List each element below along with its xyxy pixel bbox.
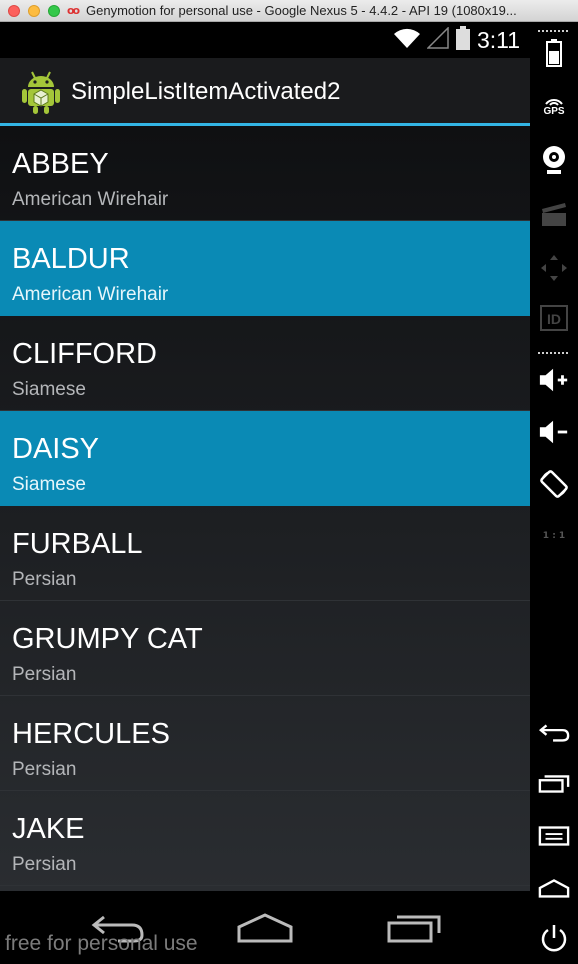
battery-widget-icon[interactable] bbox=[538, 37, 570, 69]
dpad-icon[interactable] bbox=[538, 252, 570, 284]
webcam-icon[interactable] bbox=[538, 144, 570, 176]
list-item-subtitle: Persian bbox=[12, 759, 77, 780]
list-item-title: JAKE bbox=[12, 813, 85, 845]
genymotion-logo-icon: oo bbox=[67, 4, 80, 17]
list-item-title: ABBEY bbox=[12, 148, 109, 180]
gps-signal-icon bbox=[545, 98, 563, 106]
window-minimize-button[interactable] bbox=[28, 5, 40, 17]
list-item[interactable]: JAKE Persian bbox=[0, 791, 530, 886]
cat-list[interactable]: ABBEY American Wirehair BALDUR American … bbox=[0, 126, 530, 891]
rotate-screen-icon[interactable] bbox=[538, 468, 570, 500]
volume-down-icon[interactable] bbox=[538, 416, 570, 448]
panel-divider bbox=[538, 352, 570, 354]
app-title: SimpleListItemActivated2 bbox=[71, 78, 341, 105]
list-item[interactable]: GRUMPY CAT Persian bbox=[0, 601, 530, 696]
list-item-subtitle: Persian bbox=[12, 569, 77, 590]
list-item-title: CLIFFORD bbox=[12, 338, 157, 370]
device-screen: 3:11 SimpleListItemActivated2 ABBEY Amer… bbox=[0, 22, 530, 964]
pixel-perfect-label: 1 : 1 bbox=[542, 531, 566, 541]
list-item-title: FURBALL bbox=[12, 528, 143, 560]
list-item-title: HERCULES bbox=[12, 718, 170, 750]
volume-up-icon[interactable] bbox=[538, 364, 570, 396]
list-item-title: BALDUR bbox=[12, 243, 130, 275]
device-id-icon[interactable]: ID bbox=[538, 302, 570, 334]
list-item-activated[interactable]: BALDUR American Wirehair bbox=[0, 221, 530, 316]
nav-home-icon[interactable] bbox=[235, 909, 295, 949]
list-item-subtitle: Persian bbox=[12, 854, 77, 875]
wifi-icon bbox=[393, 27, 421, 53]
list-item-subtitle: Persian bbox=[12, 664, 77, 685]
list-item[interactable]: HERCULES Persian bbox=[0, 696, 530, 791]
android-app-icon[interactable] bbox=[20, 70, 62, 118]
list-item-subtitle: American Wirehair bbox=[12, 284, 169, 305]
window-close-button[interactable] bbox=[8, 5, 20, 17]
battery-icon bbox=[455, 26, 471, 54]
window-zoom-button[interactable] bbox=[48, 5, 60, 17]
list-item-subtitle: Siamese bbox=[12, 474, 86, 495]
panel-divider bbox=[538, 30, 570, 32]
list-item[interactable]: ABBEY American Wirehair bbox=[0, 126, 530, 221]
cell-signal-icon bbox=[426, 26, 449, 53]
status-bar: 3:11 bbox=[0, 22, 530, 58]
screencast-clapper-icon[interactable] bbox=[538, 198, 570, 230]
power-icon[interactable] bbox=[538, 922, 570, 954]
status-time: 3:11 bbox=[476, 26, 520, 53]
nav-recents-icon[interactable] bbox=[385, 909, 445, 949]
device-menu-icon[interactable] bbox=[538, 820, 570, 852]
device-back-icon[interactable] bbox=[538, 716, 570, 748]
device-recents-icon[interactable] bbox=[538, 768, 570, 800]
list-item-activated[interactable]: DAISY Siamese bbox=[0, 411, 530, 506]
svg-text:ID: ID bbox=[547, 311, 561, 327]
gps-widget-button[interactable]: GPS bbox=[538, 90, 570, 122]
list-item-title: GRUMPY CAT bbox=[12, 623, 203, 655]
list-item[interactable]: CLIFFORD Siamese bbox=[0, 316, 530, 411]
list-item[interactable]: FURBALL Persian bbox=[0, 506, 530, 601]
personal-use-watermark: free for personal use bbox=[5, 932, 198, 955]
action-bar: SimpleListItemActivated2 bbox=[0, 58, 530, 126]
pixel-perfect-icon[interactable]: 1 : 1 bbox=[538, 520, 570, 552]
genymotion-side-panel: GPS ID 1: 1 bbox=[530, 22, 578, 964]
list-item-subtitle: American Wirehair bbox=[12, 189, 169, 210]
list-item-title: DAISY bbox=[12, 433, 100, 465]
list-item-subtitle: Siamese bbox=[12, 379, 86, 400]
window-title: Genymotion for personal use - Google Nex… bbox=[86, 3, 517, 18]
gps-label: GPS bbox=[543, 105, 565, 117]
window-titlebar: oo Genymotion for personal use - Google … bbox=[0, 0, 578, 22]
device-home-icon[interactable] bbox=[538, 872, 570, 904]
